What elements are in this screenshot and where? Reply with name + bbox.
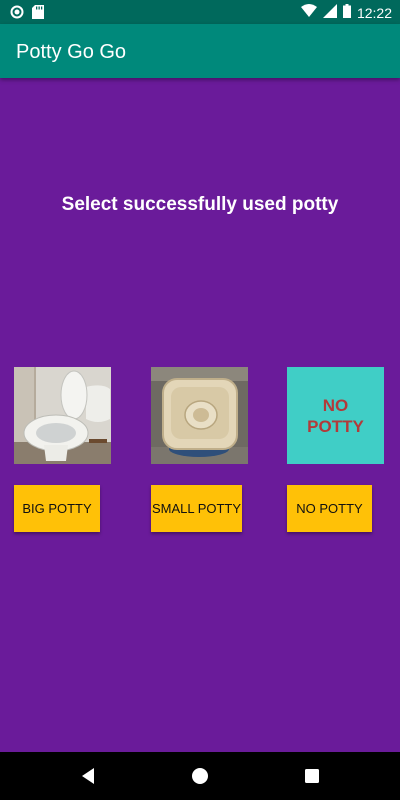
toilet-image[interactable] <box>14 367 111 464</box>
potty-chair-image[interactable] <box>151 367 248 464</box>
status-bar: 12:22 <box>0 0 400 24</box>
small-potty-button[interactable]: SMALL POTTY <box>151 485 242 532</box>
app-bar: Potty Go Go <box>0 24 400 78</box>
app-title: Potty Go Go <box>16 41 127 63</box>
app-screen: 12:22 Potty Go Go Select successfully us… <box>0 0 400 800</box>
big-potty-button[interactable]: BIG POTTY <box>14 485 100 532</box>
signal-icon <box>322 4 337 21</box>
navigation-bar <box>0 752 400 800</box>
sd-card-icon <box>32 5 44 22</box>
prompt-text: Select successfully used potty <box>61 194 339 215</box>
recents-icon[interactable] <box>302 766 322 786</box>
status-time: 12:22 <box>356 4 392 21</box>
wifi-icon <box>300 4 317 21</box>
no-potty-image-text: NO POTTY <box>307 395 364 436</box>
back-icon[interactable] <box>78 766 98 786</box>
home-icon[interactable] <box>190 766 210 786</box>
no-potty-button[interactable]: NO POTTY <box>287 485 372 532</box>
no-potty-image[interactable]: NO POTTY <box>287 367 384 464</box>
circle-notification-icon <box>10 5 24 22</box>
battery-icon <box>342 4 351 21</box>
